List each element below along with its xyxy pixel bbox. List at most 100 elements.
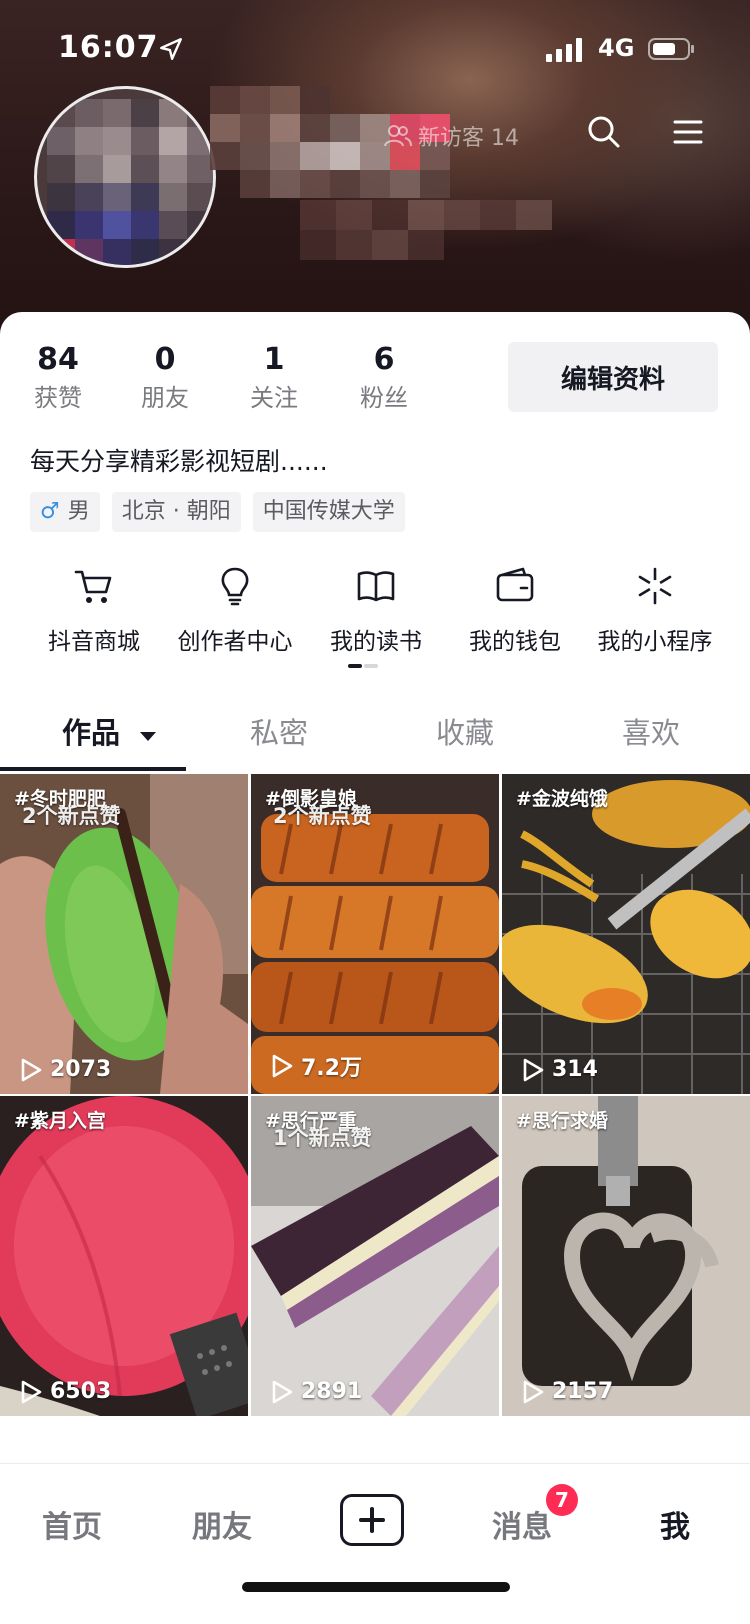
nav-me[interactable]: 我 [660, 1502, 690, 1546]
book-icon [357, 571, 395, 602]
shortcut-reading[interactable]: 我的读书 [306, 564, 446, 656]
video-thumb[interactable]: #倒影皇娘 2个新点赞 7.2万 [251, 774, 499, 1094]
play-count: 6503 [50, 1379, 112, 1404]
video-plays: 7.2万 [271, 1050, 362, 1082]
edit-profile-button[interactable]: 编辑资料 [508, 342, 718, 412]
play-icon [272, 1380, 293, 1403]
play-icon [272, 1054, 293, 1078]
video-new-likes: 1个新点赞 [273, 1126, 372, 1150]
signature-pixelated [300, 200, 552, 260]
wallet-icon [496, 567, 534, 602]
play-icon [21, 1380, 42, 1403]
play-count: 2891 [301, 1379, 363, 1404]
profile-tabs: 作品 私密 收藏 喜欢 [0, 692, 750, 774]
video-plays: 314 [522, 1057, 598, 1082]
shortcut-label: 我的读书 [330, 629, 422, 655]
play-count: 314 [552, 1057, 598, 1082]
stat-likes[interactable]: 84 获赞 [30, 342, 86, 416]
shortcut-mall[interactable]: 抖音商城 [24, 564, 164, 656]
tab-favorites[interactable]: 收藏 [436, 710, 494, 752]
male-icon: ♂ [40, 499, 60, 524]
shortcut-wallet[interactable]: 我的钱包 [445, 564, 585, 656]
bottom-nav: 首页 朋友 消息 7 我 [0, 1463, 750, 1624]
video-plays: 2891 [271, 1379, 362, 1404]
tag-location: 北京 · 朝阳 [111, 492, 241, 532]
network-type: 4G [598, 34, 635, 62]
messages-badge: 7 [546, 1484, 578, 1516]
shortcut-label: 抖音商城 [48, 629, 140, 655]
play-icon [523, 1058, 544, 1081]
video-thumb-image [502, 774, 750, 1094]
stat-label: 关注 [250, 384, 298, 412]
play-icon [523, 1380, 544, 1403]
stat-following[interactable]: 1 关注 [246, 342, 302, 416]
tag-school: 中国传媒大学 [252, 492, 405, 532]
search-icon[interactable] [586, 114, 622, 150]
plus-icon [359, 1507, 385, 1533]
shortcut-label: 创作者中心 [177, 629, 293, 655]
stat-friends[interactable]: 0 朋友 [137, 342, 193, 416]
status-bar: 16:07 4G [0, 0, 750, 96]
tag-label: 中国传媒大学 [262, 499, 395, 524]
caret-down-icon [140, 732, 157, 741]
video-thumb-image [0, 1096, 248, 1416]
pager-dot-active [348, 664, 362, 668]
video-tag: #紫月入宫 [14, 1110, 106, 1132]
stat-value: 84 [37, 342, 79, 377]
video-new-likes: 2个新点赞 [273, 804, 372, 828]
profile-card: 84 获赞 0 朋友 1 关注 6 粉丝 编辑资料 每天分享精彩影视短剧....… [0, 312, 750, 1623]
stat-value: 6 [373, 342, 395, 377]
visitors-label: 新访客 14 [418, 126, 519, 151]
shortcut-miniprogram[interactable]: 我的小程序 [585, 564, 725, 656]
video-thumb[interactable]: #思行严重 1个新点赞 2891 [251, 1096, 499, 1416]
active-tab-indicator [0, 767, 186, 771]
video-thumb-image [502, 1096, 750, 1416]
location-arrow-icon [160, 38, 182, 60]
stat-label: 获赞 [34, 384, 82, 412]
avatar[interactable] [34, 86, 216, 268]
video-tag: #思行求婚 [516, 1110, 608, 1132]
miniprogram-icon [638, 567, 672, 605]
nav-friends[interactable]: 朋友 [192, 1502, 252, 1546]
battery-icon [648, 38, 694, 60]
tab-liked[interactable]: 喜欢 [622, 710, 680, 752]
tab-private[interactable]: 私密 [250, 710, 308, 752]
tag-label: 男 [67, 499, 90, 524]
tag-label: 北京 · 朝阳 [121, 499, 231, 524]
status-time: 16:07 [58, 30, 159, 65]
nav-home[interactable]: 首页 [42, 1502, 102, 1546]
shortcut-label: 我的钱包 [469, 629, 561, 655]
stat-followers[interactable]: 6 粉丝 [356, 342, 412, 416]
bio-text: 每天分享精彩影视短剧...... [30, 447, 328, 476]
profile-tags: ♂ 男 北京 · 朝阳 中国传媒大学 [30, 492, 405, 532]
shortcut-creator-center[interactable]: 创作者中心 [165, 564, 305, 656]
stat-value: 0 [154, 342, 176, 377]
video-thumb[interactable]: #冬时肥肥 2个新点赞 2073 [0, 774, 248, 1094]
nav-messages[interactable]: 消息 [492, 1502, 552, 1546]
stat-label: 粉丝 [360, 384, 408, 412]
bulb-icon [221, 567, 249, 606]
stat-label: 朋友 [141, 384, 189, 412]
cart-icon [74, 570, 112, 603]
play-count: 2157 [552, 1379, 614, 1404]
play-icon [21, 1058, 42, 1081]
shortcuts-row: 抖音商城 创作者中心 我的读书 我的钱包 我的小程序 [0, 564, 750, 674]
shortcuts-pager [348, 664, 378, 668]
menu-icon[interactable] [670, 114, 706, 150]
video-tag: #金波纯饿 [516, 788, 608, 810]
video-thumb[interactable]: #思行求婚 2157 [502, 1096, 750, 1416]
create-button[interactable] [340, 1494, 404, 1546]
video-plays: 2157 [522, 1379, 613, 1404]
video-thumb[interactable]: #紫月入宫 6503 [0, 1096, 248, 1416]
tag-gender: ♂ 男 [30, 492, 100, 532]
home-indicator [242, 1582, 510, 1592]
video-plays: 6503 [20, 1379, 111, 1404]
video-thumb[interactable]: #金波纯饿 314 [502, 774, 750, 1094]
play-count: 7.2万 [301, 1056, 362, 1081]
tab-label: 作品 [62, 716, 121, 750]
pager-dot [364, 664, 378, 668]
profile-cover: 16:07 4G 新访客 14 [0, 0, 750, 340]
new-visitors[interactable]: 新访客 14 [384, 120, 519, 152]
visitors-icon [384, 125, 412, 147]
tab-works[interactable]: 作品 [62, 710, 158, 752]
